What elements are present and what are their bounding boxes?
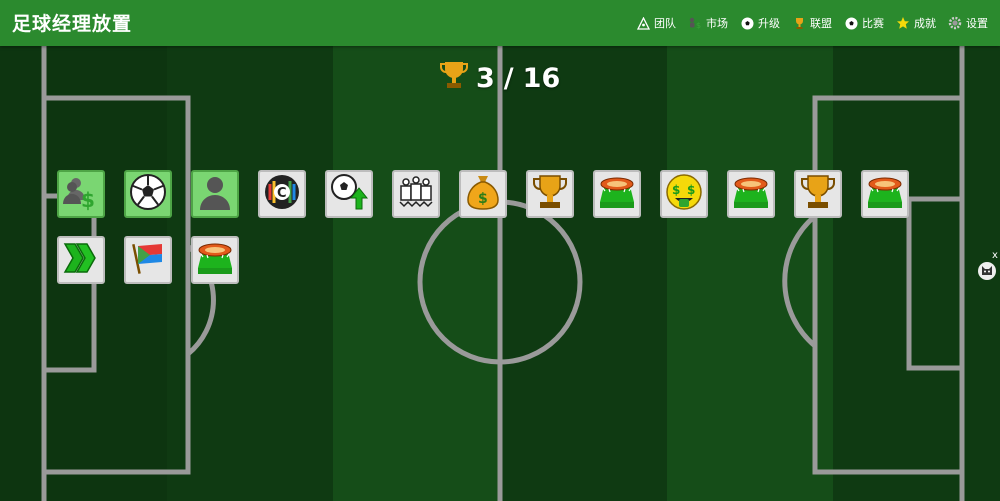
achievement-tile[interactable]: C xyxy=(258,170,306,218)
nav-upgrade[interactable]: 升级 xyxy=(740,15,780,31)
achievement-tile[interactable] xyxy=(593,170,641,218)
nav-achievements-label: 成就 xyxy=(914,17,936,30)
app-header: 足球经理放置 团队 $ 市场 升级 联盟 比赛 成就 设置 xyxy=(0,0,1000,46)
svg-text:$: $ xyxy=(672,183,680,197)
achievement-tile[interactable] xyxy=(124,170,172,218)
market-icon: $ xyxy=(688,16,702,30)
stadium-icon xyxy=(597,172,637,216)
achievement-tile[interactable] xyxy=(191,236,239,284)
achievement-tile[interactable] xyxy=(191,170,239,218)
fast-forward-icon xyxy=(61,238,101,282)
nav-settings-label: 设置 xyxy=(966,17,988,30)
counter-total: 16 xyxy=(522,63,561,94)
svg-text:$: $ xyxy=(687,183,695,197)
flag-icon xyxy=(128,238,168,282)
nav-achievements[interactable]: 成就 xyxy=(896,15,936,31)
money-bag-icon: $ xyxy=(463,172,503,216)
achievement-tile[interactable] xyxy=(727,170,775,218)
achievement-tile[interactable] xyxy=(794,170,842,218)
svg-text:$: $ xyxy=(81,188,95,212)
nav-league-label: 联盟 xyxy=(810,17,832,30)
svg-text:$: $ xyxy=(696,21,701,30)
svg-text:C: C xyxy=(277,186,287,201)
soccer-ball-icon xyxy=(128,172,168,216)
players-money-icon: $ xyxy=(61,172,101,216)
player-silhouette-icon xyxy=(195,172,235,216)
stadium-icon xyxy=(731,172,771,216)
nav-market[interactable]: $ 市场 xyxy=(688,15,728,31)
counter-current: 3 xyxy=(476,63,495,94)
star-icon xyxy=(896,16,910,30)
nav-market-label: 市场 xyxy=(706,17,728,30)
fans-crowd-icon xyxy=(396,172,436,216)
trophy-icon xyxy=(440,60,468,97)
trophy-icon xyxy=(530,172,570,216)
captain-badge-icon: C xyxy=(262,172,302,216)
achievement-tile[interactable] xyxy=(124,236,172,284)
achievement-tile[interactable] xyxy=(57,236,105,284)
stadium-icon xyxy=(865,172,905,216)
achievement-tile[interactable] xyxy=(392,170,440,218)
nav-league[interactable]: 联盟 xyxy=(792,15,832,31)
gear-icon xyxy=(948,16,962,30)
top-nav: 团队 $ 市场 升级 联盟 比赛 成就 设置 xyxy=(636,0,988,46)
ball-upgrade-icon xyxy=(329,172,369,216)
achievement-tile[interactable] xyxy=(325,170,373,218)
achievement-tile[interactable] xyxy=(861,170,909,218)
cat-avatar-icon[interactable] xyxy=(978,262,996,280)
nav-team-label: 团队 xyxy=(654,17,676,30)
nav-match-label: 比赛 xyxy=(862,17,884,30)
nav-match[interactable]: 比赛 xyxy=(844,15,884,31)
achievement-tile[interactable] xyxy=(526,170,574,218)
trophy-icon xyxy=(798,172,838,216)
nav-upgrade-label: 升级 xyxy=(758,17,780,30)
triangle-team-icon xyxy=(636,16,650,30)
achievement-tile[interactable]: $ xyxy=(57,170,105,218)
svg-text:$: $ xyxy=(478,191,488,207)
money-face-icon: $ $ xyxy=(664,172,704,216)
trophy-icon xyxy=(792,16,806,30)
stadium-icon xyxy=(195,238,235,282)
achievement-tile[interactable]: $ xyxy=(459,170,507,218)
side-widget-close-button[interactable]: x xyxy=(992,251,998,261)
trophy-counter: 3 / 16 xyxy=(440,60,560,97)
nav-team[interactable]: 团队 xyxy=(636,15,676,31)
nav-settings[interactable]: 设置 xyxy=(948,15,988,31)
counter-separator: / xyxy=(503,63,514,94)
soccer-ball-icon xyxy=(740,16,754,30)
app-title: 足球经理放置 xyxy=(12,13,133,35)
soccer-ball-icon xyxy=(844,16,858,30)
achievement-tile[interactable]: $ $ xyxy=(660,170,708,218)
